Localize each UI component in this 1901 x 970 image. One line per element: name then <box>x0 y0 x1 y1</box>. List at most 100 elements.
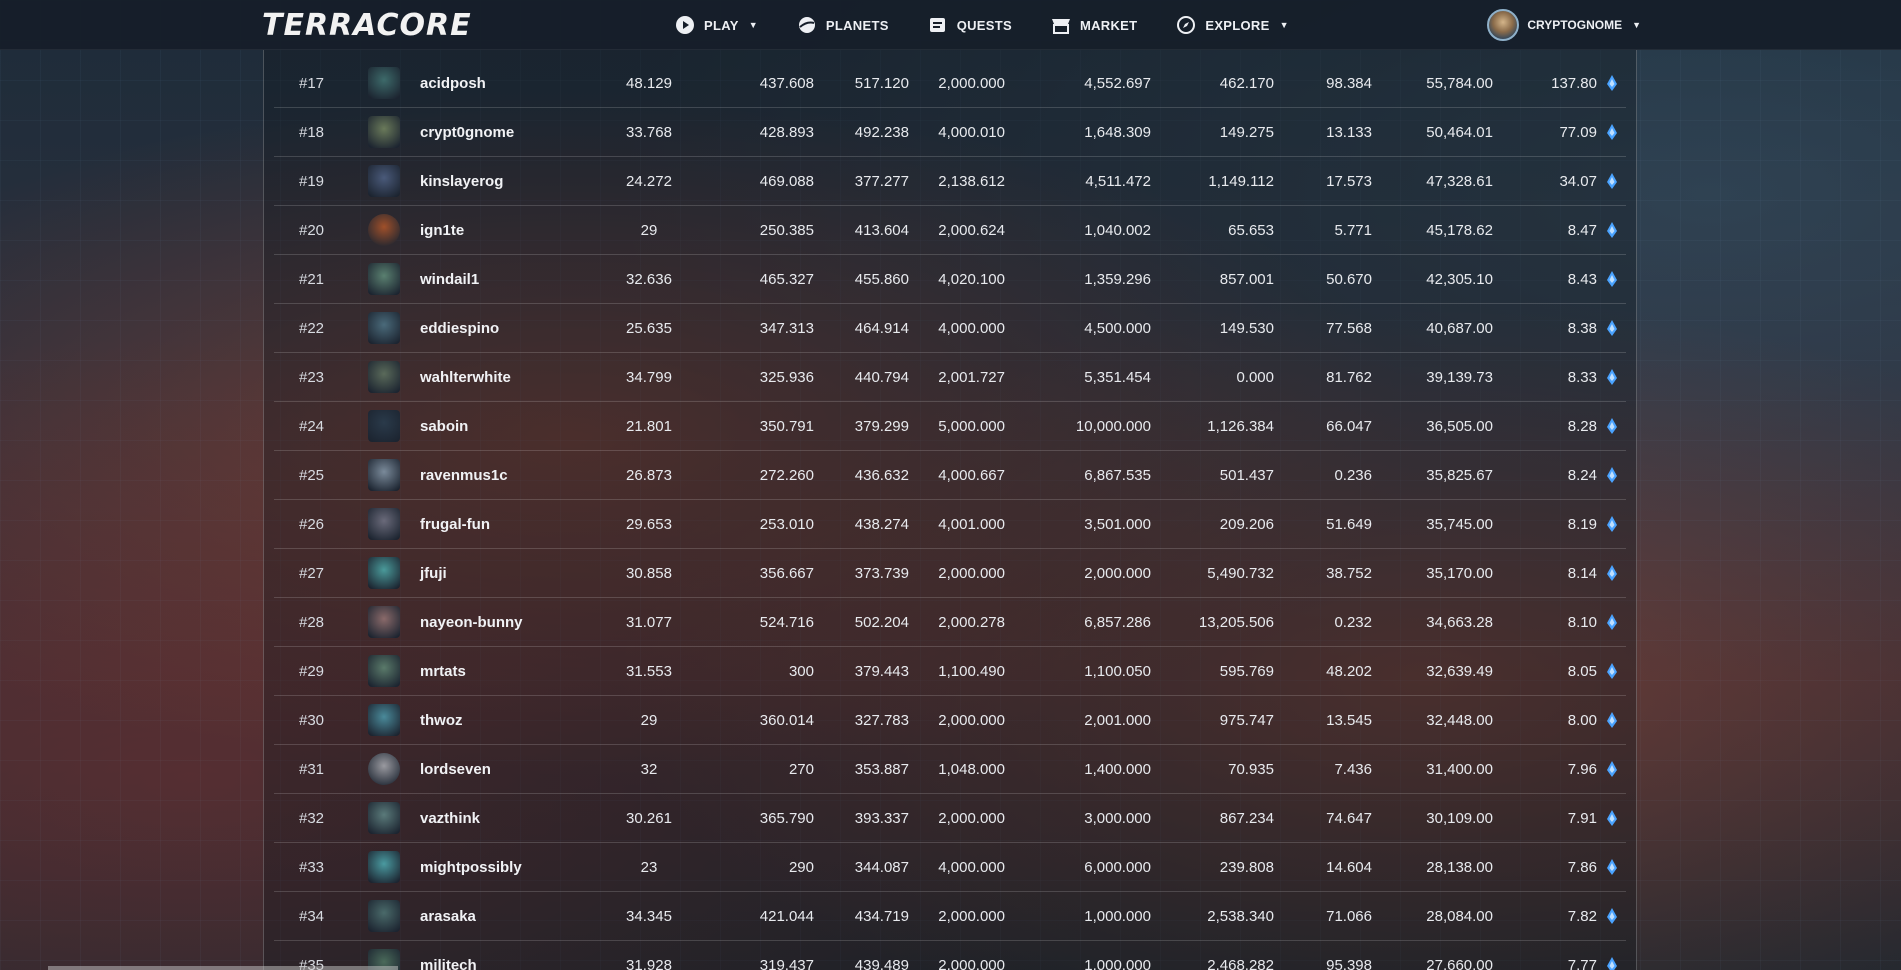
user-menu[interactable]: CRYPTOGNOME ▼ <box>1487 9 1641 41</box>
table-row[interactable]: #19 kinslayerog 24.272 469.088 377.277 2,138.… <box>274 157 1626 206</box>
table-row[interactable]: #31 lordseven 32 270 353.887 1,048.000 1,400.0… <box>274 745 1626 794</box>
avatar[interactable] <box>368 165 400 197</box>
table-row[interactable]: #26 frugal-fun 29.653 253.010 438.274 4,001.0… <box>274 500 1626 549</box>
rank-cell: #19 <box>298 173 325 190</box>
stat-cell-1: 29.653 <box>626 516 672 533</box>
stat-cell-3: 353.887 <box>854 761 909 778</box>
nav-item-explore[interactable]: EXPLORE ▼ <box>1175 14 1289 36</box>
player-name[interactable]: lordseven <box>420 745 491 794</box>
stat-cell-8: 47,328.61 <box>1426 173 1493 190</box>
stat-cell-1: 33.768 <box>626 124 672 141</box>
stat-cell-9: 77.09 <box>1559 124 1597 141</box>
stat-cell-4: 1,048.000 <box>938 761 1005 778</box>
stat-cell-2: 365.790 <box>759 810 814 827</box>
avatar[interactable] <box>368 655 400 687</box>
stat-cell-7: 81.762 <box>1326 369 1372 386</box>
player-name[interactable]: kinslayerog <box>420 157 503 206</box>
stat-cell-8: 31,400.00 <box>1426 761 1493 778</box>
stat-cell-7: 38.752 <box>1326 565 1372 582</box>
avatar[interactable] <box>368 214 400 246</box>
stat-cell-8: 50,464.01 <box>1426 124 1493 141</box>
stat-cell-4: 4,000.010 <box>938 124 1005 141</box>
stat-cell-7: 51.649 <box>1326 516 1372 533</box>
player-name[interactable]: jfuji <box>420 549 447 598</box>
player-name[interactable]: mightpossibly <box>420 843 522 892</box>
table-row[interactable]: #30 thwoz 29 360.014 327.783 2,000.000 2,001.0… <box>274 696 1626 745</box>
table-row[interactable]: #32 vazthink 30.261 365.790 393.337 2,000.000… <box>274 794 1626 843</box>
table-row[interactable]: #35 militech 31.928 319.437 439.489 2,000.000… <box>274 941 1626 970</box>
stat-cell-4: 4,001.000 <box>938 516 1005 533</box>
player-name[interactable]: mrtats <box>420 647 466 696</box>
rank-cell: #29 <box>298 663 325 680</box>
player-name[interactable]: militech <box>420 941 477 970</box>
table-row[interactable]: #18 crypt0gnome 33.768 428.893 492.238 4,000.… <box>274 108 1626 157</box>
nav-item-planets[interactable]: PLANETS <box>796 14 889 36</box>
player-name[interactable]: saboin <box>420 402 468 451</box>
stat-cell-1: 31.553 <box>626 663 672 680</box>
avatar[interactable] <box>368 459 400 491</box>
avatar[interactable] <box>368 557 400 589</box>
stat-cell-2: 437.608 <box>759 75 814 92</box>
stat-cell-8: 42,305.10 <box>1426 271 1493 288</box>
player-name[interactable]: acidposh <box>420 59 486 108</box>
avatar[interactable] <box>368 361 400 393</box>
table-row[interactable]: #25 ravenmus1c 26.873 272.260 436.632 4,000.6… <box>274 451 1626 500</box>
avatar[interactable] <box>368 753 400 785</box>
player-name[interactable]: frugal-fun <box>420 500 490 549</box>
table-row[interactable]: #34 arasaka 34.345 421.044 434.719 2,000.000 1… <box>274 892 1626 941</box>
player-name[interactable]: ign1te <box>420 206 464 255</box>
stat-cell-9: 8.33 <box>1567 369 1597 386</box>
avatar[interactable] <box>368 900 400 932</box>
player-name[interactable]: vazthink <box>420 794 480 843</box>
nav-item-quests[interactable]: QUESTS <box>927 14 1012 36</box>
player-name[interactable]: eddiespino <box>420 304 499 353</box>
stat-cell-4: 2,000.624 <box>938 222 1005 239</box>
chevron-down-icon[interactable]: ▼ <box>1632 20 1641 30</box>
table-row[interactable]: #28 nayeon-bunny 31.077 524.716 502.204 2,000… <box>274 598 1626 647</box>
avatar[interactable] <box>368 606 400 638</box>
nav-item-market[interactable]: MARKET <box>1050 14 1137 36</box>
avatar[interactable] <box>368 116 400 148</box>
stat-cell-9: 8.43 <box>1567 271 1597 288</box>
table-row[interactable]: #23 wahlterwhite 34.799 325.936 440.794 2,001… <box>274 353 1626 402</box>
stat-cell-8: 35,825.67 <box>1426 467 1493 484</box>
avatar[interactable] <box>368 802 400 834</box>
rank-cell: #22 <box>298 320 325 337</box>
planet-icon <box>796 14 818 36</box>
nav-item-play[interactable]: PLAY ▼ <box>674 14 758 36</box>
player-name[interactable]: thwoz <box>420 696 463 745</box>
avatar[interactable] <box>368 312 400 344</box>
player-name[interactable]: crypt0gnome <box>420 108 514 157</box>
player-name[interactable]: nayeon-bunny <box>420 598 523 647</box>
avatar[interactable] <box>368 508 400 540</box>
table-row[interactable]: #21 windail1 32.636 465.327 455.860 4,020.100… <box>274 255 1626 304</box>
stat-cell-9: 34.07 <box>1559 173 1597 190</box>
stat-cell-3: 455.860 <box>854 271 909 288</box>
table-row[interactable]: #22 eddiespino 25.635 347.313 464.914 4,000.0… <box>274 304 1626 353</box>
player-name[interactable]: arasaka <box>420 892 476 941</box>
flux-icon <box>1606 663 1618 679</box>
user-avatar[interactable] <box>1487 9 1520 41</box>
table-row[interactable]: #33 mightpossibly 23 290 344.087 4,000.000 6,0… <box>274 843 1626 892</box>
stat-cell-9: 7.96 <box>1567 761 1597 778</box>
player-name[interactable]: wahlterwhite <box>420 353 511 402</box>
player-name[interactable]: ravenmus1c <box>420 451 508 500</box>
stat-cell-1: 32 <box>640 761 658 778</box>
avatar[interactable] <box>368 851 400 883</box>
table-row[interactable]: #17 acidposh 48.129 437.608 517.120 2,000.000… <box>274 59 1626 108</box>
table-row[interactable]: #29 mrtats 31.553 300 379.443 1,100.490 1,100.… <box>274 647 1626 696</box>
username[interactable]: CRYPTOGNOME <box>1527 18 1622 32</box>
stat-cell-4: 2,000.000 <box>938 75 1005 92</box>
avatar[interactable] <box>368 67 400 99</box>
table-row[interactable]: #24 saboin 21.801 350.791 379.299 5,000.000 10… <box>274 402 1626 451</box>
table-row[interactable]: #27 jfuji 30.858 356.667 373.739 2,000.000 2,0… <box>274 549 1626 598</box>
avatar[interactable] <box>368 263 400 295</box>
stat-cell-8: 28,138.00 <box>1426 859 1493 876</box>
avatar[interactable] <box>368 704 400 736</box>
player-name[interactable]: windail1 <box>420 255 479 304</box>
stat-cell-7: 13.545 <box>1326 712 1372 729</box>
avatar[interactable] <box>368 410 400 442</box>
horizontal-scrollbar[interactable] <box>48 966 398 970</box>
table-row[interactable]: #20 ign1te 29 250.385 413.604 2,000.624 1,040.… <box>274 206 1626 255</box>
terracore-logo[interactable]: TERRACORE <box>262 8 472 43</box>
